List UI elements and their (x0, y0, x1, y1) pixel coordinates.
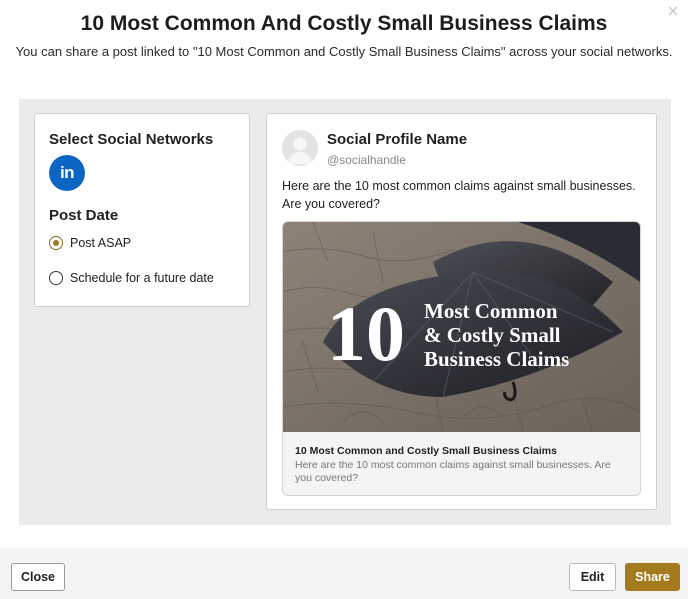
close-button[interactable]: Close (11, 563, 65, 591)
post-date-heading: Post Date (49, 207, 119, 224)
card-title: 10 Most Common and Costly Small Business… (295, 445, 557, 457)
image-text-line2: & Costly Small (424, 323, 561, 347)
link-preview-card[interactable]: 10 Most Common & Costly Small Business C… (282, 221, 641, 496)
dialog-title: 10 Most Common And Costly Small Business… (80, 12, 608, 35)
linkedin-network-button[interactable]: in (49, 155, 85, 191)
linkedin-icon: in (59, 163, 75, 182)
dialog-subtitle: You can share a post linked to "10 Most … (15, 44, 673, 59)
radio-button-checked[interactable] (49, 236, 63, 250)
edit-button[interactable]: Edit (569, 563, 616, 591)
card-description: Here are the 10 most common claims again… (295, 459, 611, 484)
schedule-future-option[interactable]: Schedule for a future date (49, 271, 214, 285)
image-text-line1: Most Common (424, 299, 558, 323)
avatar (282, 130, 318, 166)
post-text: Here are the 10 most common claims again… (282, 179, 636, 211)
post-preview-panel: Social Profile Name @socialhandle Here a… (266, 113, 657, 510)
image-big-number: 10 (327, 290, 405, 377)
image-text-line3: Business Claims (424, 347, 569, 371)
select-networks-heading: Select Social Networks (49, 131, 214, 148)
profile-handle: @socialhandle (327, 153, 406, 167)
post-asap-label: Post ASAP (70, 236, 132, 250)
user-avatar-icon (288, 137, 312, 164)
post-asap-option[interactable]: Post ASAP (49, 236, 131, 250)
dialog-footer: Close Edit Share (0, 548, 688, 599)
link-preview-image: 10 Most Common & Costly Small Business C… (283, 222, 640, 432)
profile-name: Social Profile Name (327, 131, 468, 148)
radio-button[interactable] (49, 271, 63, 285)
share-button[interactable]: Share (625, 563, 680, 591)
share-dialog: 10 Most Common And Costly Small Business… (0, 0, 688, 599)
schedule-future-label: Schedule for a future date (70, 271, 214, 285)
settings-panel: Select Social Networks in Post Date Post… (34, 113, 250, 307)
